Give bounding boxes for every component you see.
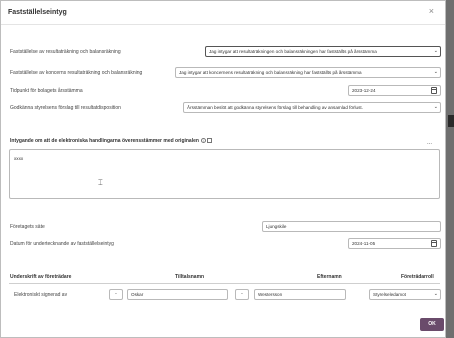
resultat-select[interactable]: Jag intygar att resultaträkningen och ba… bbox=[205, 46, 441, 57]
disposition-select-value: Årsstämman beslöt att godkänna styrelsen… bbox=[187, 105, 363, 110]
dialog-header: Fastställelseintyg bbox=[1, 1, 445, 25]
calendar-icon[interactable] bbox=[431, 87, 437, 94]
table-row: Elektroniskt signerad av - Oskar - Weste… bbox=[1, 289, 447, 301]
dialog: Fastställelseintyg × Fastställelse av re… bbox=[0, 0, 446, 338]
side-tab bbox=[448, 115, 454, 127]
disposition-select[interactable]: Årsstämman beslöt att godkänna styrelsen… bbox=[183, 102, 441, 113]
table-header-signature: Underskrift av företrädare bbox=[10, 274, 72, 280]
prefix-value: - bbox=[115, 291, 117, 297]
resultat-label: Fastställelse av resultaträkning och bal… bbox=[10, 49, 121, 55]
dialog-title: Fastställelseintyg bbox=[8, 9, 67, 16]
tidpunkt-date-input[interactable]: 2023-12-24 bbox=[348, 85, 441, 96]
signed-by-label: Elektroniskt signerad av bbox=[14, 292, 68, 298]
intygande-title-text: Intygande om att de elektroniska handlin… bbox=[10, 138, 199, 144]
role-value: Styrelseledamot bbox=[373, 292, 406, 297]
table-header-lastname: Efternamn bbox=[317, 274, 342, 280]
intygande-value: xxxx bbox=[14, 156, 24, 161]
datum-value: 2024-11-05 bbox=[352, 241, 376, 246]
prefix-value: - bbox=[241, 291, 243, 297]
sate-input[interactable]: Ljungskile bbox=[262, 221, 441, 232]
more-options-icon[interactable]: ... bbox=[427, 140, 432, 146]
first-name-value: Oskar bbox=[131, 292, 144, 297]
table-header-role: Företrädarroll bbox=[401, 274, 434, 280]
role-select[interactable]: Styrelseledamot ⌄ bbox=[369, 289, 441, 300]
intygande-title: Intygande om att de elektroniska handlin… bbox=[10, 138, 212, 144]
last-name-input[interactable]: Westersson bbox=[254, 289, 346, 300]
last-name-value: Westersson bbox=[258, 292, 283, 297]
name-prefix-select[interactable]: - bbox=[235, 289, 249, 300]
chevron-down-icon: ⌄ bbox=[433, 104, 438, 110]
text-cursor-icon: ⌶ bbox=[98, 178, 103, 187]
intygande-textarea[interactable]: xxxx ⌶ bbox=[9, 149, 440, 199]
field-row-koncern: Fastställelse av koncerns resultaträknin… bbox=[1, 67, 447, 79]
title-prefix-select[interactable]: - bbox=[109, 289, 123, 300]
calendar-icon[interactable] bbox=[431, 240, 437, 247]
field-row-resultat: Fastställelse av resultaträkning och bal… bbox=[1, 46, 447, 58]
sate-label: Företagets säte bbox=[10, 224, 45, 230]
book-icon[interactable] bbox=[206, 138, 212, 144]
chevron-down-icon: ⌄ bbox=[433, 291, 438, 297]
field-row-disposition: Godkänna styrelsens förslag till resulta… bbox=[1, 102, 447, 114]
datum-date-input[interactable]: 2024-11-05 bbox=[348, 238, 441, 249]
first-name-input[interactable]: Oskar bbox=[127, 289, 228, 300]
table-divider bbox=[9, 283, 440, 284]
table-header-firstname: Tilltalsnamn bbox=[175, 274, 205, 280]
koncern-select[interactable]: Jag intygar att koncernens resultaträkni… bbox=[175, 67, 441, 78]
sate-value: Ljungskile bbox=[266, 224, 287, 229]
field-row-datum: Datum för undertecknande av fastställels… bbox=[1, 238, 447, 250]
resultat-select-value: Jag intygar att resultaträkningen och ba… bbox=[209, 49, 377, 54]
field-row-sate: Företagets säte Ljungskile bbox=[1, 221, 447, 233]
koncern-select-value: Jag intygar att koncernens resultaträkni… bbox=[179, 70, 362, 75]
info-icon[interactable]: i bbox=[200, 138, 206, 144]
chevron-down-icon: ⌄ bbox=[433, 48, 438, 54]
ok-button[interactable]: OK bbox=[420, 318, 444, 331]
tidpunkt-label: Tidpunkt för bolagets årsstämma bbox=[10, 88, 83, 94]
koncern-label: Fastställelse av koncerns resultaträknin… bbox=[10, 70, 143, 76]
field-row-tidpunkt: Tidpunkt för bolagets årsstämma 2023-12-… bbox=[1, 85, 447, 97]
disposition-label: Godkänna styrelsens förslag till resulta… bbox=[10, 105, 121, 111]
datum-label: Datum för undertecknande av fastställels… bbox=[10, 241, 114, 247]
chevron-down-icon: ⌄ bbox=[433, 69, 438, 75]
tidpunkt-value: 2023-12-24 bbox=[352, 88, 376, 93]
close-icon[interactable]: × bbox=[429, 7, 434, 16]
